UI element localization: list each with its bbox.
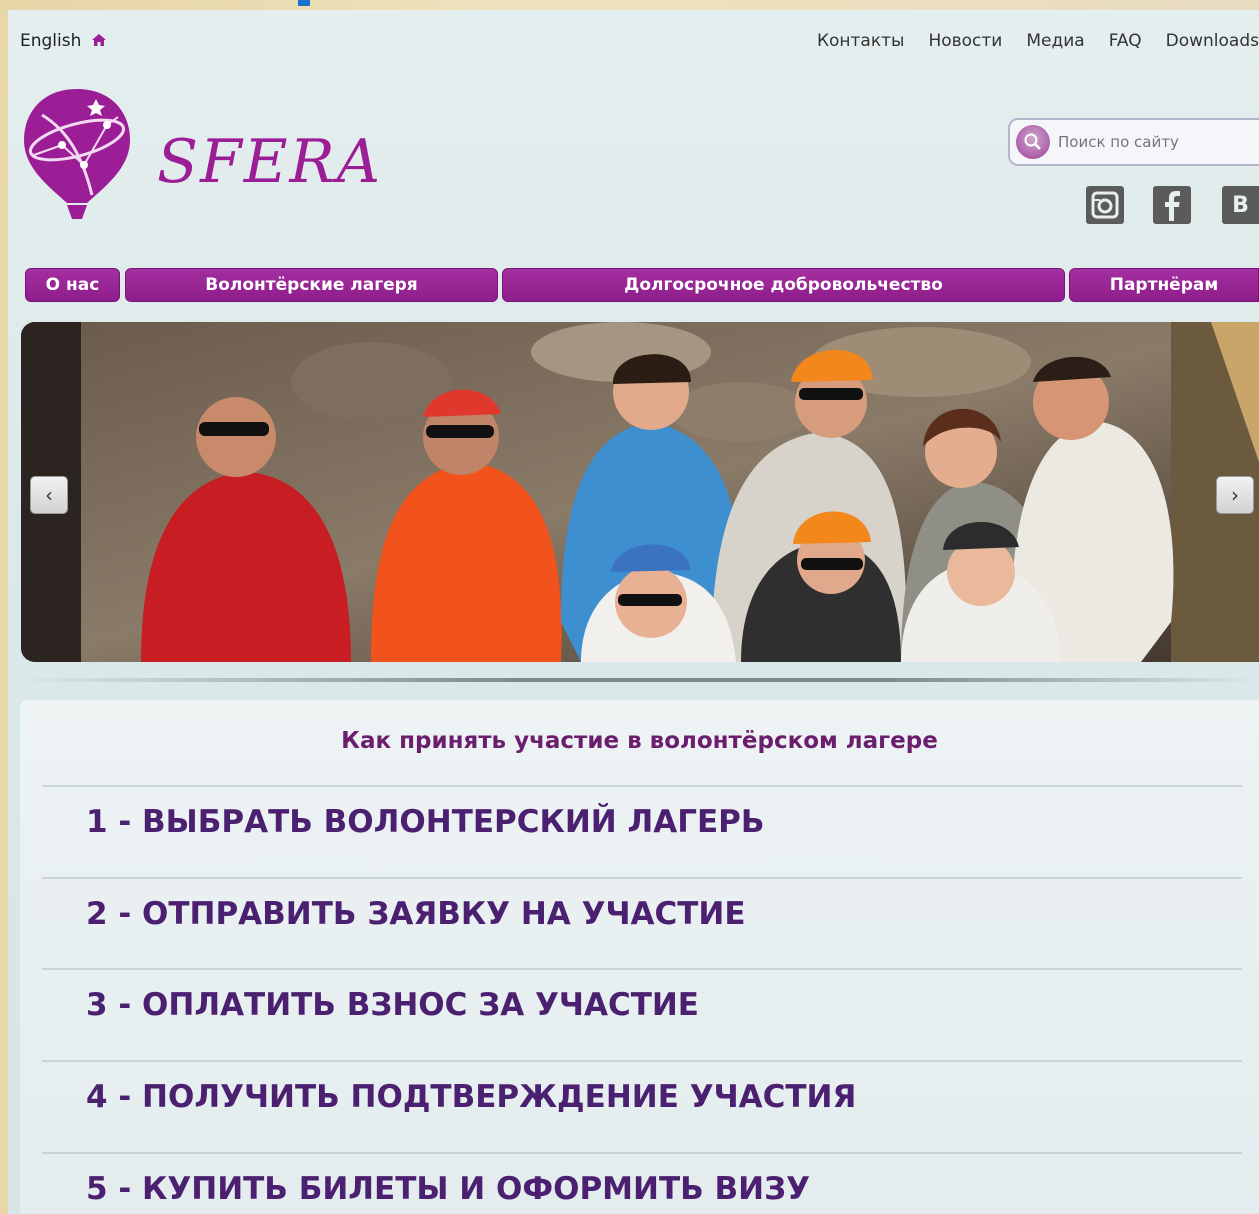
top-accent-line: [298, 0, 310, 6]
instagram-icon[interactable]: [1086, 186, 1124, 224]
step-item[interactable]: 5 - КУПИТЬ БИЛЕТЫ И ОФОРМИТЬ ВИЗУ: [42, 1152, 1242, 1214]
nav-volunteer-camps[interactable]: Волонтёрские лагеря: [125, 268, 498, 302]
step-item[interactable]: 2 - ОТПРАВИТЬ ЗАЯВКУ НА УЧАСТИЕ: [42, 877, 1242, 969]
language-label[interactable]: English: [20, 31, 81, 51]
nav-partners[interactable]: Партнёрам: [1069, 268, 1259, 302]
slider-next-button[interactable]: ›: [1216, 476, 1254, 514]
search-icon[interactable]: [1016, 125, 1050, 159]
step-item[interactable]: 3 - ОПЛАТИТЬ ВЗНОС ЗА УЧАСТИЕ: [42, 968, 1242, 1060]
browser-top-strip: [0, 0, 1259, 10]
search-box[interactable]: [1008, 118, 1259, 166]
nav-long-term-volunteering[interactable]: Долгосрочное добровольчество: [502, 268, 1065, 302]
nav-about[interactable]: О нас: [25, 268, 120, 302]
slider-prev-button[interactable]: ‹: [30, 476, 68, 514]
image-slider[interactable]: ‹ ›: [21, 322, 1259, 662]
logo[interactable]: SFERA: [22, 85, 380, 225]
step-label[interactable]: 2 - ОТПРАВИТЬ ЗАЯВКУ НА УЧАСТИЕ: [86, 896, 746, 932]
logo-text: SFERA: [157, 127, 383, 197]
language-switch[interactable]: English: [20, 31, 107, 51]
topnav-media[interactable]: Медиа: [1026, 31, 1084, 51]
step-item[interactable]: 1 - ВЫБРАТЬ ВОЛОНТЕРСКИЙ ЛАГЕРЬ: [42, 785, 1242, 877]
topnav-faq[interactable]: FAQ: [1109, 31, 1142, 51]
main-nav: О нас Волонтёрские лагеря Долгосрочное д…: [8, 268, 1259, 302]
volunteers-group-photo: [21, 322, 1259, 662]
vk-icon[interactable]: В: [1222, 186, 1259, 224]
step-label[interactable]: 5 - КУПИТЬ БИЛЕТЫ И ОФОРМИТЬ ВИЗУ: [86, 1171, 810, 1207]
page: English Контакты Новости Медиа FAQ Downl…: [8, 10, 1259, 1214]
steps-panel: Как принять участие в волонтёрском лагер…: [20, 700, 1259, 1214]
topnav-downloads[interactable]: Downloads: [1166, 31, 1259, 51]
topnav-news[interactable]: Новости: [928, 31, 1002, 51]
search-input[interactable]: [1058, 133, 1248, 151]
social-links: В: [1086, 186, 1259, 226]
facebook-icon[interactable]: [1153, 186, 1191, 224]
topnav-contacts[interactable]: Контакты: [817, 31, 905, 51]
step-item[interactable]: 4 - ПОЛУЧИТЬ ПОДТВЕРЖДЕНИЕ УЧАСТИЯ: [42, 1060, 1242, 1152]
divider: [21, 678, 1259, 682]
step-label[interactable]: 4 - ПОЛУЧИТЬ ПОДТВЕРЖДЕНИЕ УЧАСТИЯ: [86, 1079, 856, 1115]
panel-title: Как принять участие в волонтёрском лагер…: [341, 728, 938, 754]
step-label[interactable]: 3 - ОПЛАТИТЬ ВЗНОС ЗА УЧАСТИЕ: [86, 987, 699, 1023]
top-nav: Контакты Новости Медиа FAQ Downloads: [793, 31, 1259, 51]
step-label[interactable]: 1 - ВЫБРАТЬ ВОЛОНТЕРСКИЙ ЛАГЕРЬ: [86, 804, 765, 840]
balloon-globe-icon: [24, 89, 130, 219]
home-icon[interactable]: [91, 33, 107, 47]
